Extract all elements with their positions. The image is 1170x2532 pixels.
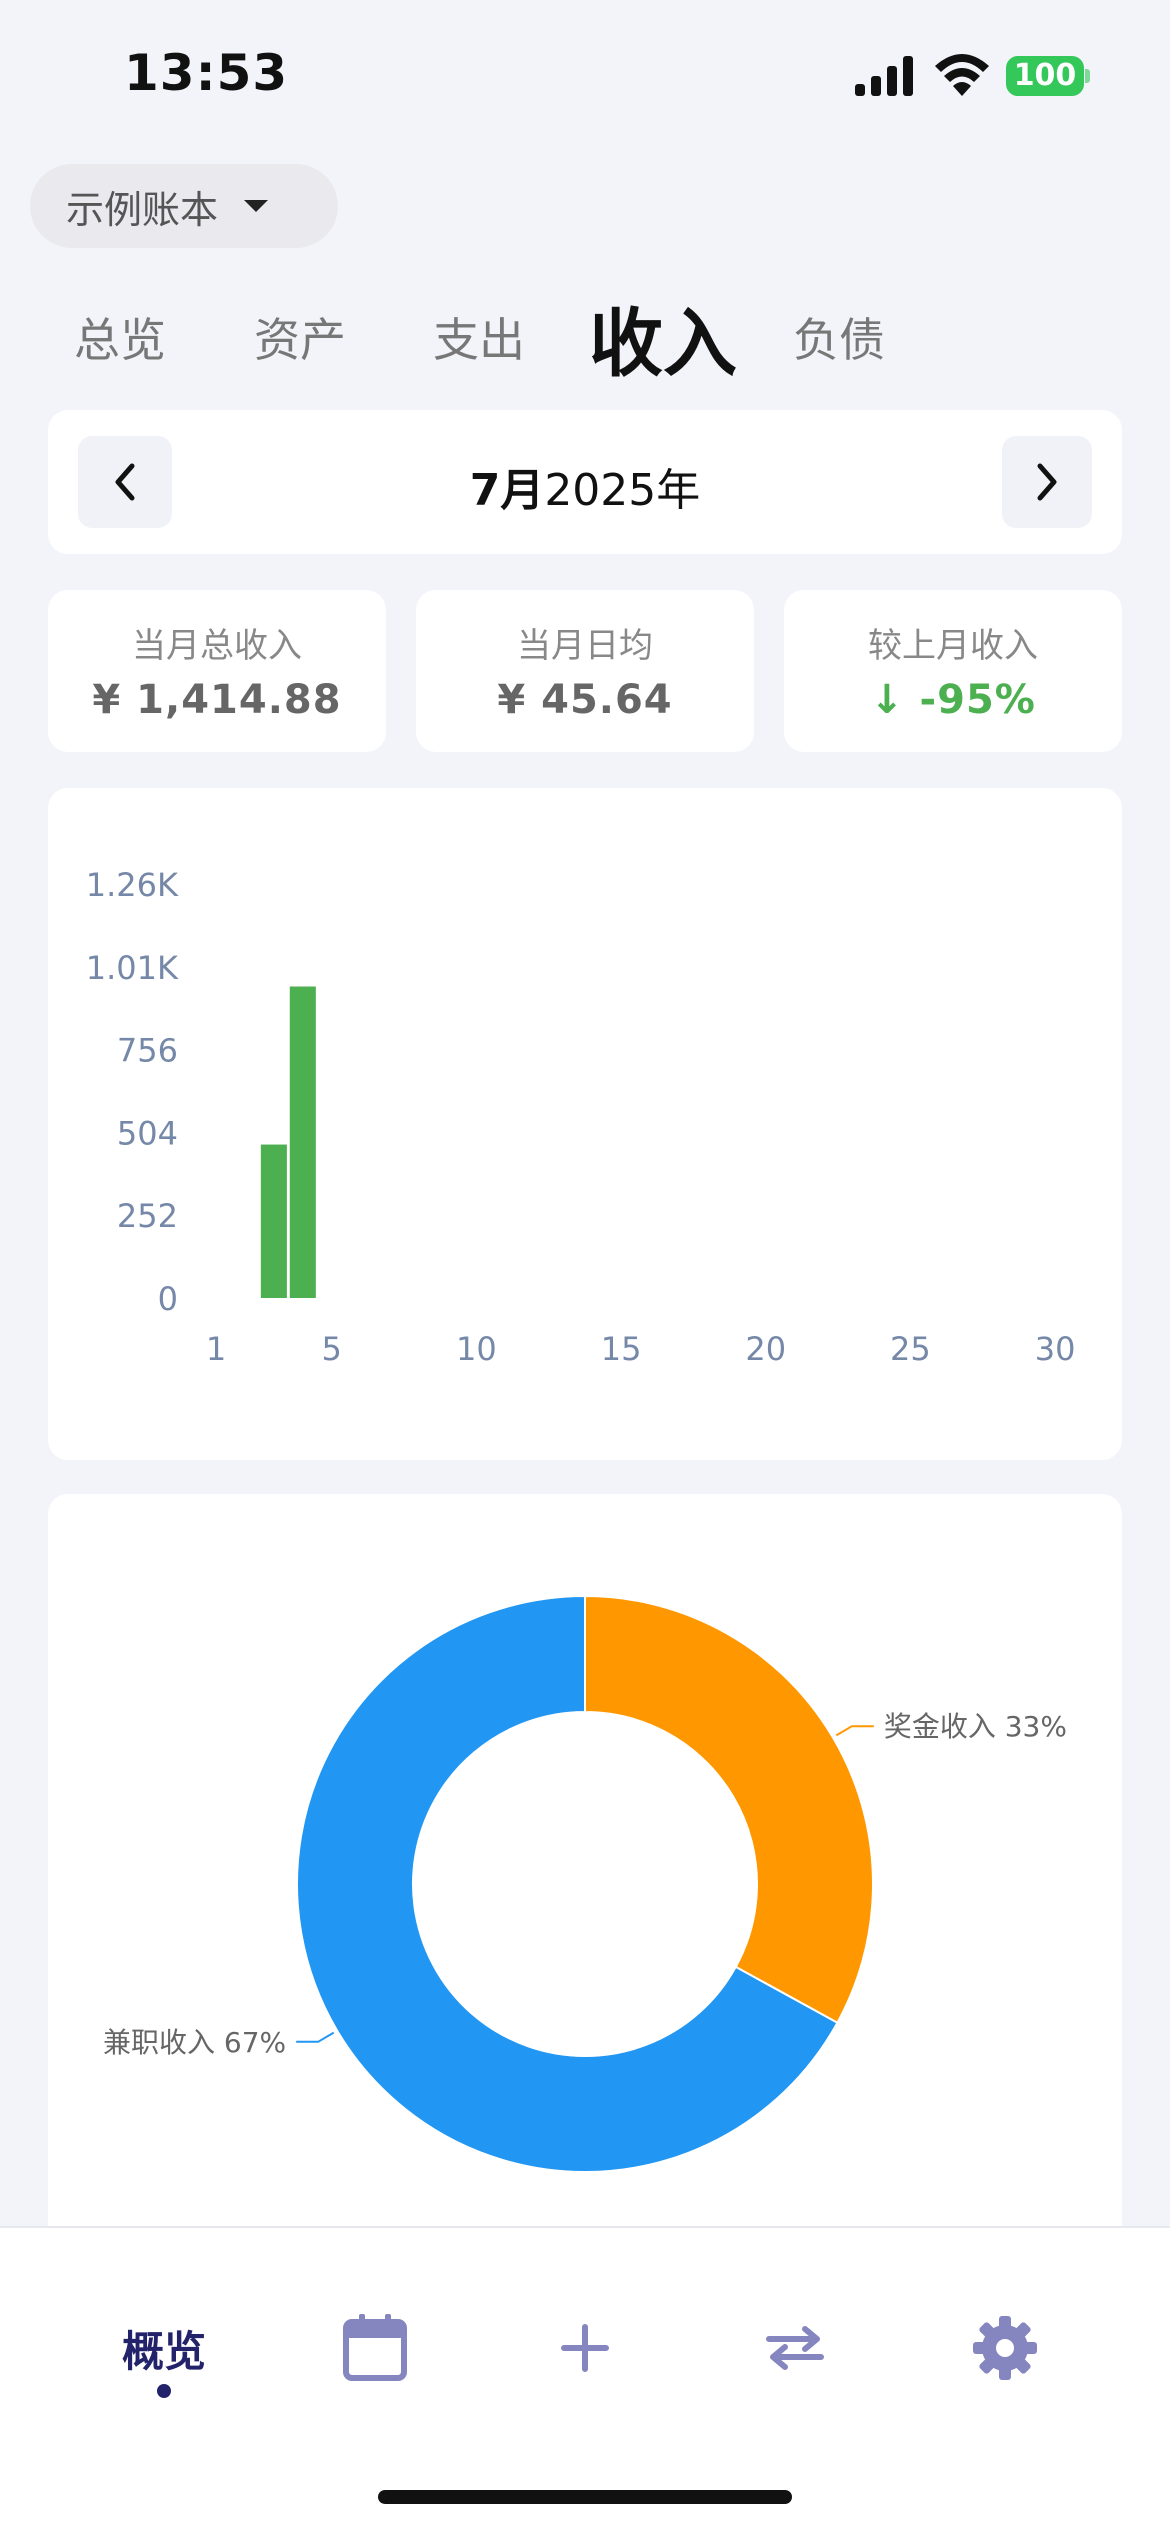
income-bar[interactable] xyxy=(289,986,316,1298)
tab-assets[interactable]: 资产 xyxy=(254,304,346,370)
swap-arrows-icon xyxy=(766,2326,824,2370)
x-tick-label: 10 xyxy=(456,1330,497,1368)
stat-label: 当月日均 xyxy=(517,626,653,666)
book-name: 示例账本 xyxy=(66,187,219,232)
next-month-button[interactable] xyxy=(1002,436,1092,528)
slice-label: 兼职收入 67% xyxy=(103,2026,286,2059)
label-leader-line xyxy=(835,1725,874,1737)
x-tick-label: 1 xyxy=(206,1330,226,1368)
nav-settings[interactable] xyxy=(945,2298,1065,2398)
year-text: 2025年 xyxy=(544,465,701,516)
x-tick-label: 30 xyxy=(1035,1330,1076,1368)
y-tick-label: 0 xyxy=(158,1280,178,1318)
slice-label: 奖金收入 33% xyxy=(884,1710,1067,1743)
stat-label: 较上月收入 xyxy=(868,626,1038,666)
gear-icon xyxy=(973,2316,1037,2380)
wifi-icon xyxy=(935,54,989,96)
x-tick-label: 25 xyxy=(890,1330,931,1368)
tab-liabilities[interactable]: 负债 xyxy=(793,304,885,370)
nav-overview[interactable]: 概览 xyxy=(104,2298,224,2398)
nav-add[interactable] xyxy=(525,2298,645,2398)
tab-overview[interactable]: 总览 xyxy=(74,304,166,370)
caret-down-icon xyxy=(244,200,269,212)
income-bar[interactable] xyxy=(260,1144,287,1298)
income-category-donut-chart: 奖金收入 33% 兼职收入 67% xyxy=(103,1594,1067,2173)
y-tick-label: 504 xyxy=(117,1114,178,1152)
tab-income[interactable]: 收入 xyxy=(589,284,737,391)
pie-slice[interactable] xyxy=(584,1594,874,2025)
income-category-pie-card: 奖金收入 33% 兼职收入 67% xyxy=(48,1494,1122,2254)
x-tick-label: 15 xyxy=(601,1330,642,1368)
y-tick-label: 252 xyxy=(117,1197,178,1235)
battery-icon: 100 xyxy=(1006,56,1090,96)
chevron-right-icon xyxy=(1037,463,1057,501)
status-bar: 13:53 100 xyxy=(0,0,1170,150)
y-tick-label: 1.01K xyxy=(86,949,179,987)
daily-income-bar-chart: 02525047561.01K1.26K1 5 10 15 20 25 30 xyxy=(86,866,1076,1368)
month-navigator: 7月2025年 xyxy=(48,410,1122,554)
stat-value: ↓ -95% xyxy=(870,677,1036,723)
tab-bar: 总览 资产 支出 收入 负债 xyxy=(0,284,1170,387)
cellular-signal-icon xyxy=(855,56,913,96)
battery-level: 100 xyxy=(1006,56,1084,96)
stat-value: ¥ 1,414.88 xyxy=(92,677,342,723)
stat-card-total-income: 当月总收入 ¥ 1,414.88 xyxy=(48,590,386,752)
tab-expense[interactable]: 支出 xyxy=(433,304,525,370)
y-tick-label: 1.26K xyxy=(86,866,179,904)
x-tick-label: 20 xyxy=(745,1330,786,1368)
current-month-label: 7月2025年 xyxy=(48,454,1122,518)
month-text: 7月 xyxy=(469,465,545,516)
y-tick-label: 756 xyxy=(117,1032,178,1070)
bottom-navigation: 概览 xyxy=(0,2226,1170,2532)
status-time: 13:53 xyxy=(124,44,289,102)
book-selector-dropdown[interactable]: 示例账本 xyxy=(30,164,338,248)
label-leader-line xyxy=(296,2031,335,2043)
stat-value: ¥ 45.64 xyxy=(497,677,673,723)
stat-card-daily-average: 当月日均 ¥ 45.64 xyxy=(416,590,754,752)
calendar-icon xyxy=(343,2314,407,2381)
home-indicator xyxy=(378,2490,792,2504)
nav-calendar[interactable] xyxy=(315,2298,435,2398)
plus-icon xyxy=(561,2324,609,2372)
stat-label: 当月总收入 xyxy=(132,626,302,666)
nav-transfer[interactable] xyxy=(735,2298,855,2398)
active-indicator-dot xyxy=(157,2384,171,2398)
stat-card-month-over-month: 较上月收入 ↓ -95% xyxy=(784,590,1122,752)
nav-overview-label: 概览 xyxy=(121,2326,206,2376)
daily-income-bar-chart-card: 0 252 504 756 1.01K 1.26K 1 5 10 15 20 25 30 xyxy=(48,788,1122,1460)
x-tick-label: 5 xyxy=(322,1330,342,1368)
